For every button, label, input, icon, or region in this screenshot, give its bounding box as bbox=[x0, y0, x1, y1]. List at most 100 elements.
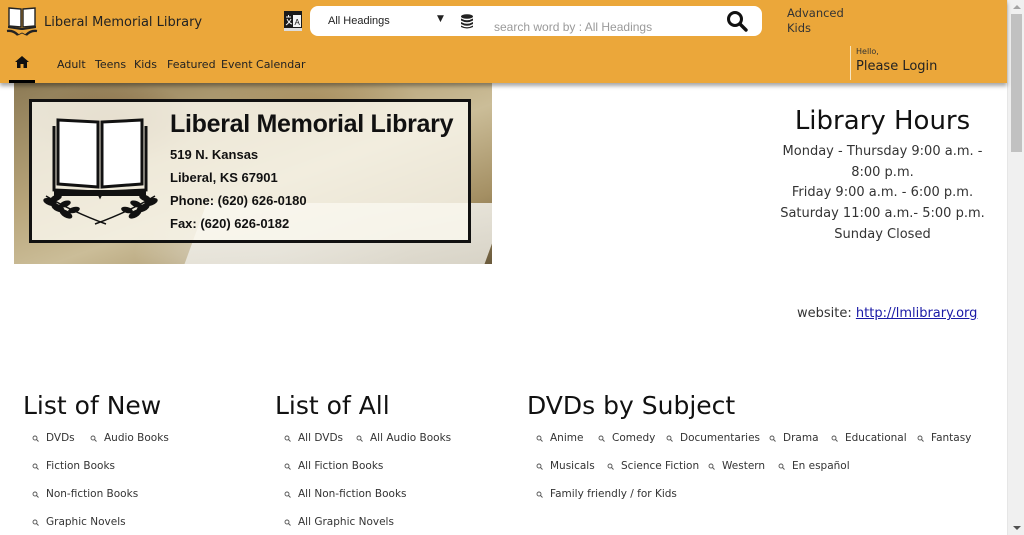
website-link[interactable]: http://lmlibrary.org bbox=[856, 306, 978, 321]
magnifier-icon bbox=[598, 435, 605, 442]
magnifier-icon bbox=[708, 463, 715, 470]
login-area[interactable]: Hello, Please Login bbox=[850, 46, 937, 80]
main-nav: Adult Teens Kids Featured Event Calendar bbox=[0, 50, 700, 83]
list-item[interactable]: Graphic Novels bbox=[32, 516, 126, 528]
list-item-label: Fantasy bbox=[931, 432, 972, 444]
search-input[interactable] bbox=[494, 19, 714, 35]
magnifier-icon bbox=[536, 463, 543, 470]
list-item-label: All Audio Books bbox=[370, 432, 452, 444]
magnifier-icon bbox=[917, 435, 924, 442]
banner-phone: Phone: (620) 626-0180 bbox=[170, 193, 307, 208]
magnifier-icon bbox=[32, 519, 39, 526]
list-item-label: DVDs bbox=[46, 432, 75, 444]
list-item[interactable]: Educational bbox=[831, 432, 907, 444]
nav-kids[interactable]: Kids bbox=[134, 58, 157, 71]
list-item[interactable]: DVDs bbox=[32, 432, 75, 444]
nav-teens[interactable]: Teens bbox=[95, 58, 126, 71]
magnifier-icon bbox=[607, 463, 614, 470]
banner-title: Liberal Memorial Library bbox=[170, 110, 454, 138]
list-item[interactable]: All Graphic Novels bbox=[284, 516, 394, 528]
magnifier-icon bbox=[90, 435, 97, 442]
library-banner: Liberal Memorial Library 519 N. Kansas L… bbox=[14, 83, 492, 264]
list-item-label: Drama bbox=[783, 432, 819, 444]
list-item[interactable]: Fiction Books bbox=[32, 460, 115, 472]
advanced-search-link[interactable]: Advanced bbox=[787, 6, 844, 21]
advanced-links: Advanced Kids bbox=[787, 6, 844, 36]
list-item-label: All DVDs bbox=[298, 432, 343, 444]
library-hours: Library Hours Monday - Thursday 9:00 a.m… bbox=[780, 106, 985, 246]
scroll-down-arrow-icon[interactable] bbox=[1013, 526, 1021, 530]
nav-event-calendar[interactable]: Event Calendar bbox=[221, 58, 305, 71]
nav-featured[interactable]: Featured bbox=[167, 58, 216, 71]
site-header: Liberal Memorial Library A All Headings … bbox=[0, 0, 1007, 83]
list-item-label: Educational bbox=[845, 432, 907, 444]
section-title: DVDs by Subject bbox=[527, 391, 736, 420]
magnifier-icon bbox=[32, 435, 39, 442]
list-item[interactable]: Comedy bbox=[598, 432, 655, 444]
page-scrollbar[interactable] bbox=[1007, 0, 1024, 535]
website-info: website: http://lmlibrary.org bbox=[797, 306, 977, 321]
banner-card: Liberal Memorial Library 519 N. Kansas L… bbox=[29, 99, 471, 243]
select-caret-icon[interactable]: ▼ bbox=[437, 14, 444, 24]
magnifier-icon bbox=[284, 435, 291, 442]
list-item[interactable]: Fantasy bbox=[917, 432, 971, 444]
list-item[interactable]: All DVDs bbox=[284, 432, 343, 444]
section-list-of-all: List of All All DVDs All Audio Books All… bbox=[275, 391, 451, 528]
list-item-label: Documentaries bbox=[680, 432, 760, 444]
scroll-up-arrow-icon[interactable] bbox=[1013, 5, 1021, 9]
open-book-laurel-icon bbox=[43, 118, 158, 225]
magnifier-icon bbox=[284, 491, 291, 498]
logo-link[interactable] bbox=[5, 5, 39, 37]
login-link[interactable]: Please Login bbox=[856, 59, 937, 74]
nav-adult[interactable]: Adult bbox=[57, 58, 86, 71]
section-title: List of New bbox=[23, 391, 162, 420]
list-item-label: Musicals bbox=[550, 460, 595, 472]
scroll-thumb[interactable] bbox=[1011, 14, 1022, 152]
list-item-label: Audio Books bbox=[104, 432, 169, 444]
list-item[interactable]: Western bbox=[708, 460, 765, 472]
translate-icon[interactable]: A bbox=[284, 11, 302, 31]
list-item-label: All Fiction Books bbox=[298, 460, 384, 472]
nav-home[interactable] bbox=[9, 50, 35, 83]
open-book-laurel-icon bbox=[6, 7, 38, 36]
list-item-label: Fiction Books bbox=[46, 460, 116, 472]
magnifier-icon bbox=[32, 491, 39, 498]
list-item-label: Western bbox=[722, 460, 766, 472]
banner-fax: Fax: (620) 626-0182 bbox=[170, 216, 290, 231]
list-item-label: Graphic Novels bbox=[46, 516, 126, 528]
list-item[interactable]: Science Fiction bbox=[607, 460, 699, 472]
list-item[interactable]: Non-fiction Books bbox=[32, 488, 138, 500]
section-list-of-new: List of New DVDs Audio Books Fiction Boo… bbox=[23, 391, 169, 528]
magnifier-icon bbox=[284, 463, 291, 470]
database-icon[interactable] bbox=[460, 14, 474, 29]
search-icon[interactable] bbox=[726, 10, 748, 32]
list-item[interactable]: All Fiction Books bbox=[284, 460, 383, 472]
list-item-label: Comedy bbox=[612, 432, 656, 444]
heading-select[interactable]: All Headings bbox=[328, 15, 390, 27]
hours-line: Friday 9:00 a.m. - 6:00 p.m. bbox=[791, 185, 974, 201]
list-item-label: Science Fiction bbox=[621, 460, 700, 472]
list-item-label: En español bbox=[792, 460, 850, 472]
list-item[interactable]: Audio Books bbox=[90, 432, 169, 444]
magnifier-icon bbox=[831, 435, 838, 442]
list-item-label: All Graphic Novels bbox=[298, 516, 394, 528]
svg-text:A: A bbox=[295, 18, 301, 27]
list-item-label: All Non-fiction Books bbox=[298, 488, 407, 500]
kids-search-link[interactable]: Kids bbox=[787, 21, 844, 36]
list-item[interactable]: Drama bbox=[769, 432, 819, 444]
list-item[interactable]: All Audio Books bbox=[356, 432, 451, 444]
list-item-label: Anime bbox=[550, 432, 584, 444]
list-item[interactable]: All Non-fiction Books bbox=[284, 488, 407, 500]
list-item[interactable]: Musicals bbox=[536, 460, 595, 472]
hours-line: Monday - Thursday 9:00 a.m. - 8:00 p.m. bbox=[782, 144, 983, 180]
list-item[interactable]: Family friendly / for Kids bbox=[536, 488, 677, 500]
magnifier-icon bbox=[536, 491, 543, 498]
list-item-label: Family friendly / for Kids bbox=[550, 488, 677, 500]
hours-line: Sunday Closed bbox=[834, 226, 931, 242]
list-item[interactable]: Documentaries bbox=[666, 432, 760, 444]
search-bar: All Headings ▼ bbox=[310, 6, 762, 36]
site-title[interactable]: Liberal Memorial Library bbox=[44, 15, 202, 30]
list-item[interactable]: Anime bbox=[536, 432, 583, 444]
list-item[interactable]: En español bbox=[778, 460, 850, 472]
magnifier-icon bbox=[284, 519, 291, 526]
